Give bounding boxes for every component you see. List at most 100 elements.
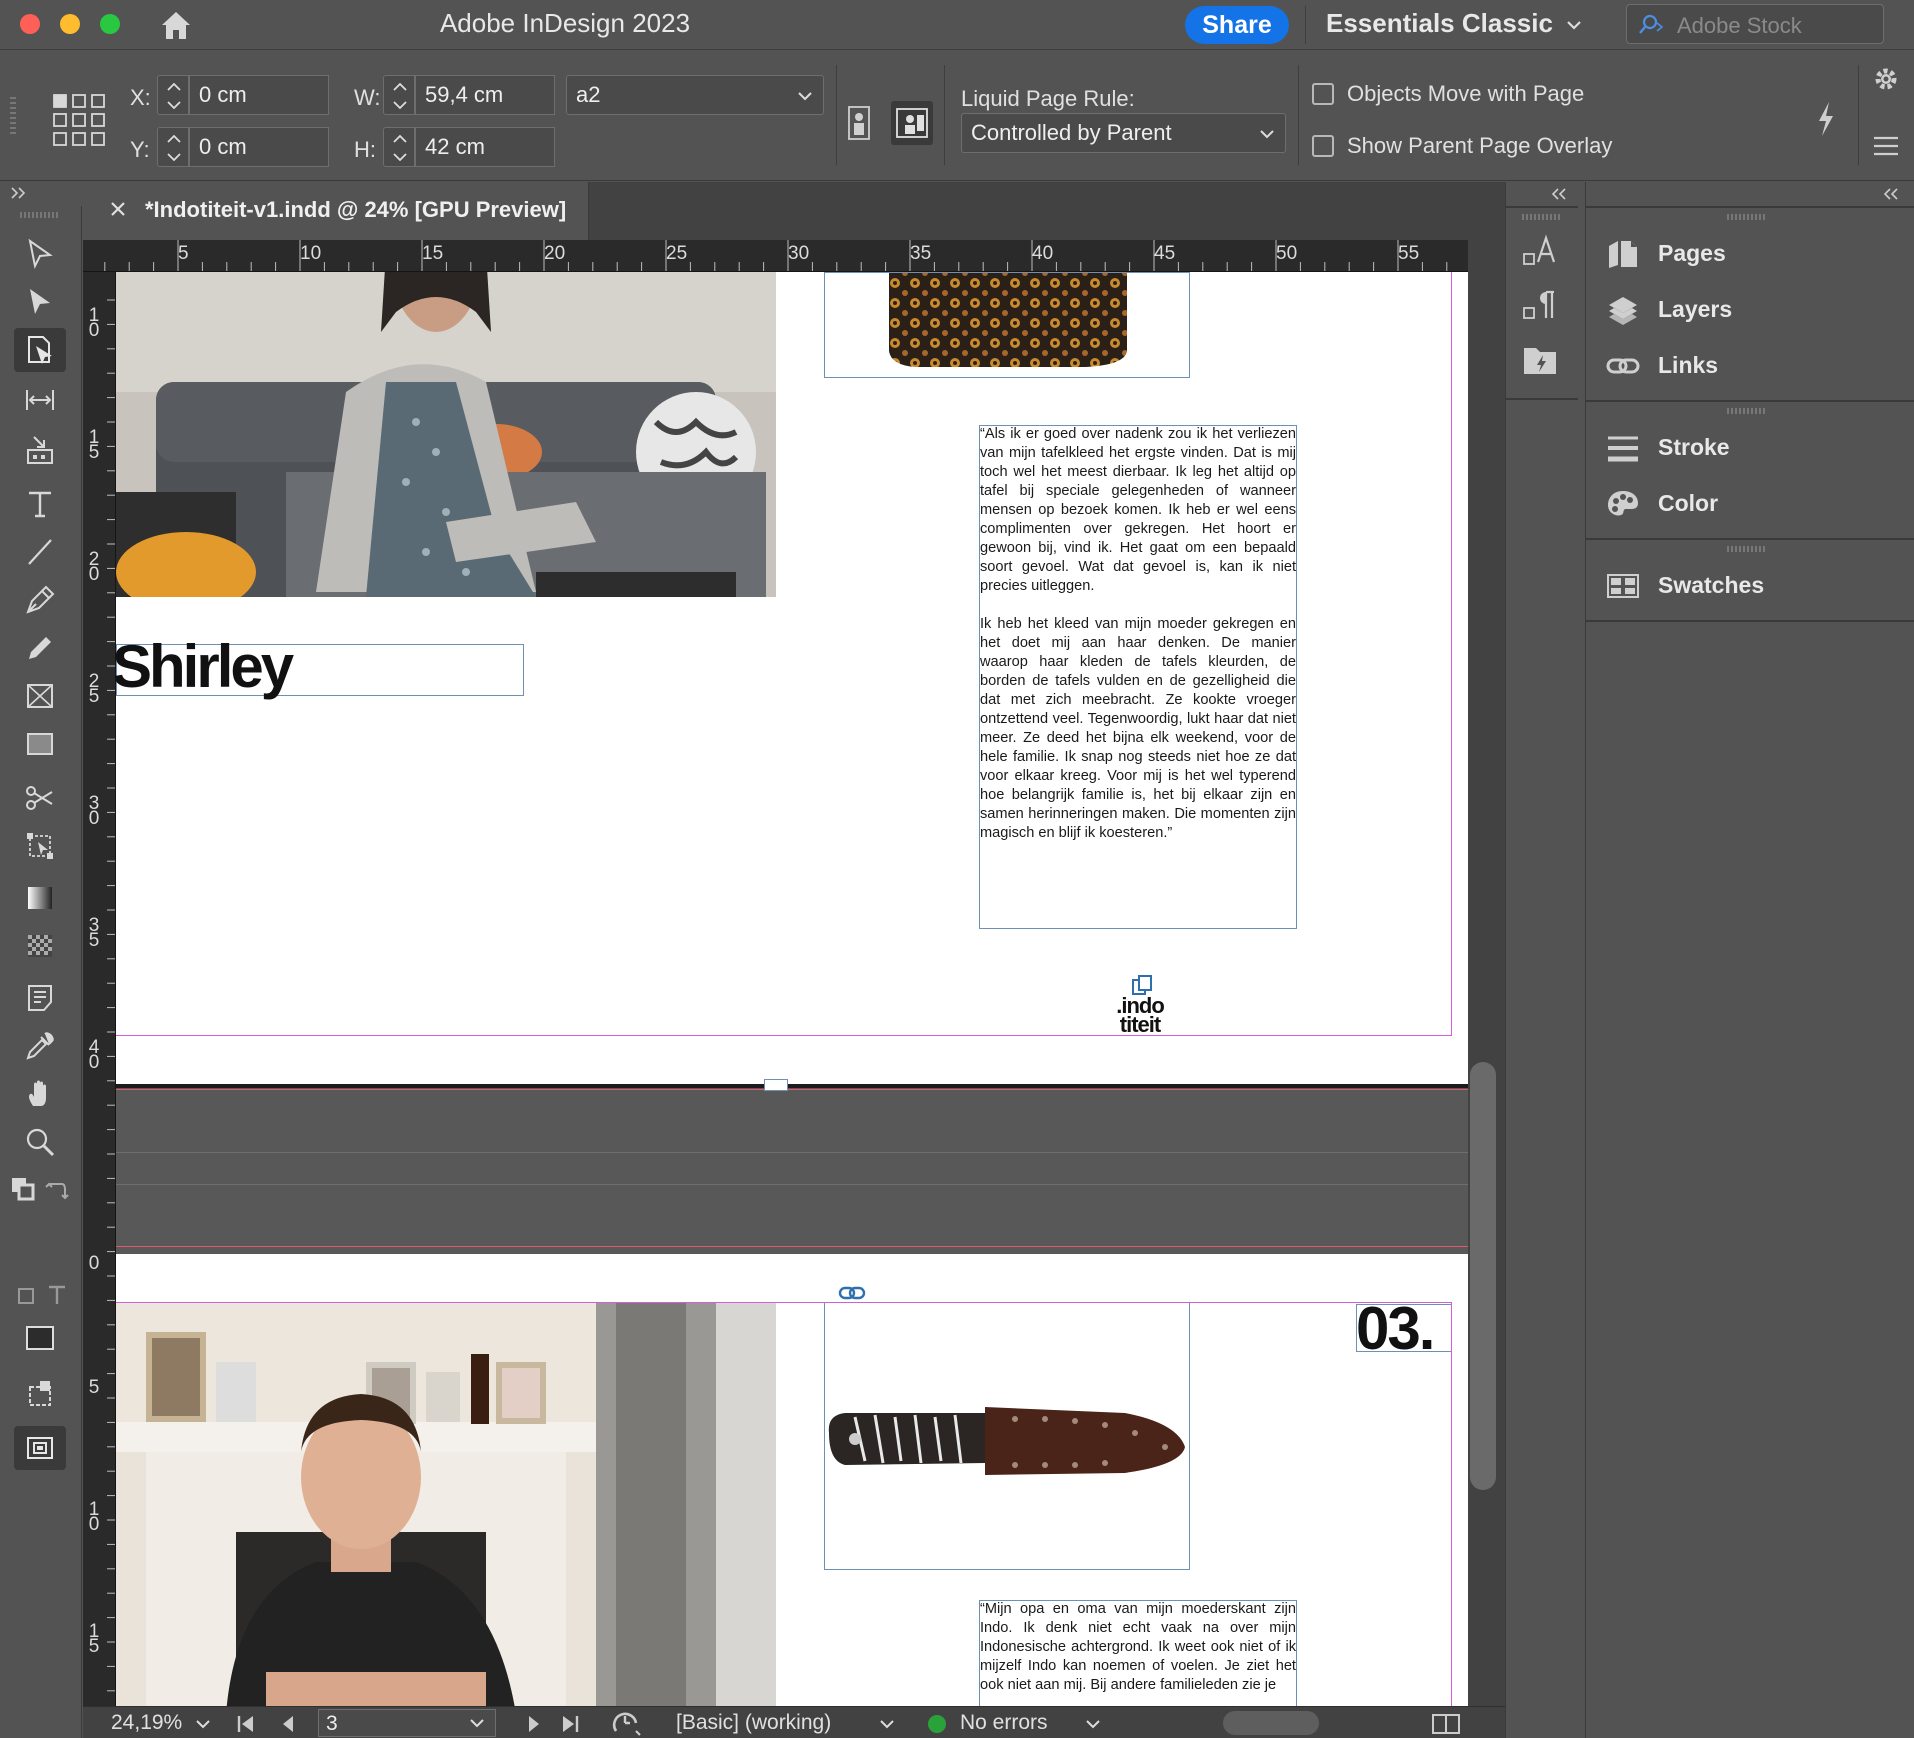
collapse-panels-icon[interactable] [1881,188,1901,200]
panel-tab-pages[interactable]: Pages [1586,226,1914,282]
ruler-label: 4 0 [88,1037,100,1073]
default-fill-stroke-icon[interactable] [10,1176,36,1202]
workspace-switcher[interactable]: Essentials Classic [1326,8,1553,39]
split-layout-icon[interactable] [1431,1713,1461,1735]
next-page-icon[interactable] [525,1713,543,1735]
screen-mode-icon[interactable] [14,1426,66,1470]
page-number-field[interactable]: 3 [318,1709,496,1737]
reference-point-icon[interactable] [52,93,106,147]
free-transform-tool[interactable] [14,824,66,868]
search-placeholder: Adobe Stock [1677,13,1802,38]
zoom-level[interactable]: 24,19% [111,1711,182,1735]
panel-grip[interactable] [1727,214,1767,220]
page-size-value: a2 [576,82,601,107]
pen-tool[interactable] [14,578,66,622]
toolbox-header[interactable] [0,182,82,206]
collapse-panels-icon[interactable] [1549,188,1569,200]
page-spread-top[interactable]: Shirley “Als ik er goed over nadenk zou … [116,272,1468,1084]
panel-grip[interactable] [1727,408,1767,414]
gap-tool[interactable] [14,378,66,422]
share-button[interactable]: Share [1185,6,1289,44]
chevron-down-icon[interactable] [195,1717,211,1731]
rectangle-tool[interactable] [14,722,66,766]
rectangle-frame-tool[interactable] [14,674,66,718]
page-tool[interactable] [14,328,66,372]
x-field[interactable]: 0 cm [189,75,329,115]
objects-move-checkbox[interactable] [1312,83,1334,105]
divider [1858,65,1859,165]
gradient-feather-tool[interactable] [14,924,66,968]
page-size-dropdown[interactable]: a2 [566,75,824,115]
toolbox-grip[interactable] [20,212,60,218]
preflight-profile[interactable]: [Basic] (working) [676,1711,831,1735]
scrollbar-thumb[interactable] [1470,1062,1496,1490]
x-stepper[interactable] [157,75,189,115]
formatting-container-icon[interactable] [16,1286,36,1306]
link-icon[interactable] [838,1284,866,1302]
quick-apply-icon[interactable] [1812,99,1840,139]
selection-tool[interactable] [14,232,66,276]
character-styles-icon[interactable] [1520,232,1562,272]
ruler-label: 10 [300,243,322,264]
landscape-orientation-button[interactable] [891,101,933,145]
vertical-ruler[interactable]: 1 0 1 5 2 0 2 5 3 0 3 5 4 0 0 5 1 0 1 5 [83,272,116,1706]
type-tool[interactable] [14,482,66,526]
chevron-down-icon[interactable] [879,1717,895,1731]
panel-tab-layers[interactable]: Layers [1586,282,1914,338]
close-icon[interactable] [109,200,127,218]
panel-grip[interactable] [1522,214,1562,220]
panel-tab-color[interactable]: Color [1586,476,1914,532]
resize-handle[interactable] [764,1079,788,1091]
line-tool[interactable] [14,530,66,574]
first-page-icon[interactable] [235,1713,257,1735]
swap-fill-stroke-icon[interactable] [44,1176,70,1202]
show-overlay-checkbox[interactable] [1312,135,1334,157]
w-stepper[interactable] [383,75,415,115]
cc-libraries-icon[interactable] [1520,340,1562,380]
h-stepper[interactable] [383,127,415,167]
gear-icon[interactable] [1872,65,1900,93]
gradient-swatch-tool[interactable] [14,876,66,920]
eyedropper-tool[interactable] [14,1024,66,1068]
previous-page-icon[interactable] [279,1713,297,1735]
y-stepper[interactable] [157,127,189,167]
liquid-page-rule-dropdown[interactable]: Controlled by Parent [961,113,1286,153]
preflight-icon[interactable] [610,1709,644,1737]
document-tab[interactable]: *Indotiteit-v1.indd @ 24% [GPU Preview] [83,182,589,240]
normal-mode-icon[interactable] [14,1372,66,1416]
pasteboard[interactable]: Shirley “Als ik er goed over nadenk zou … [116,272,1468,1706]
chevron-down-icon[interactable] [469,1716,485,1730]
expand-toolbox-icon[interactable] [10,186,28,200]
page-spread-bottom[interactable]: 03. “Mijn opa en oma van mijn moederskan… [116,1254,1468,1706]
paragraph-styles-icon[interactable] [1520,286,1562,326]
ruler-label: 15 [422,243,444,264]
y-field[interactable]: 0 cm [189,127,329,167]
panel-grip[interactable] [1727,546,1767,552]
h-field[interactable]: 42 cm [415,127,555,167]
divider [1586,620,1914,622]
adobe-stock-search[interactable]: Adobe Stock [1626,4,1884,44]
direct-selection-tool[interactable] [14,280,66,324]
panel-tab-swatches[interactable]: Swatches [1586,558,1914,614]
panel-tab-links[interactable]: Links [1586,338,1914,394]
content-collector-tool[interactable] [14,428,66,472]
zoom-tool[interactable] [14,1120,66,1164]
last-page-icon[interactable] [559,1713,581,1735]
chevron-down-icon[interactable] [1565,16,1583,34]
chevron-down-icon[interactable] [1085,1717,1101,1731]
scissors-tool[interactable] [14,776,66,820]
formatting-text-icon[interactable] [46,1284,68,1306]
horizontal-ruler[interactable]: 5 10 15 20 25 30 35 40 45 50 55 [83,240,1468,272]
pencil-tool[interactable] [14,626,66,670]
pages-icon [1609,241,1637,268]
apply-none-tool[interactable] [14,1316,66,1360]
horizontal-scroll-thumb[interactable] [1223,1711,1319,1735]
control-bar-grip[interactable] [10,97,16,137]
status-indicator [928,1715,946,1733]
w-field[interactable]: 59,4 cm [415,75,555,115]
portrait-orientation-button[interactable] [838,101,880,145]
menu-icon[interactable] [1872,135,1900,157]
hand-tool[interactable] [14,1072,66,1116]
note-tool[interactable] [14,976,66,1020]
panel-tab-stroke[interactable]: Stroke [1586,420,1914,476]
